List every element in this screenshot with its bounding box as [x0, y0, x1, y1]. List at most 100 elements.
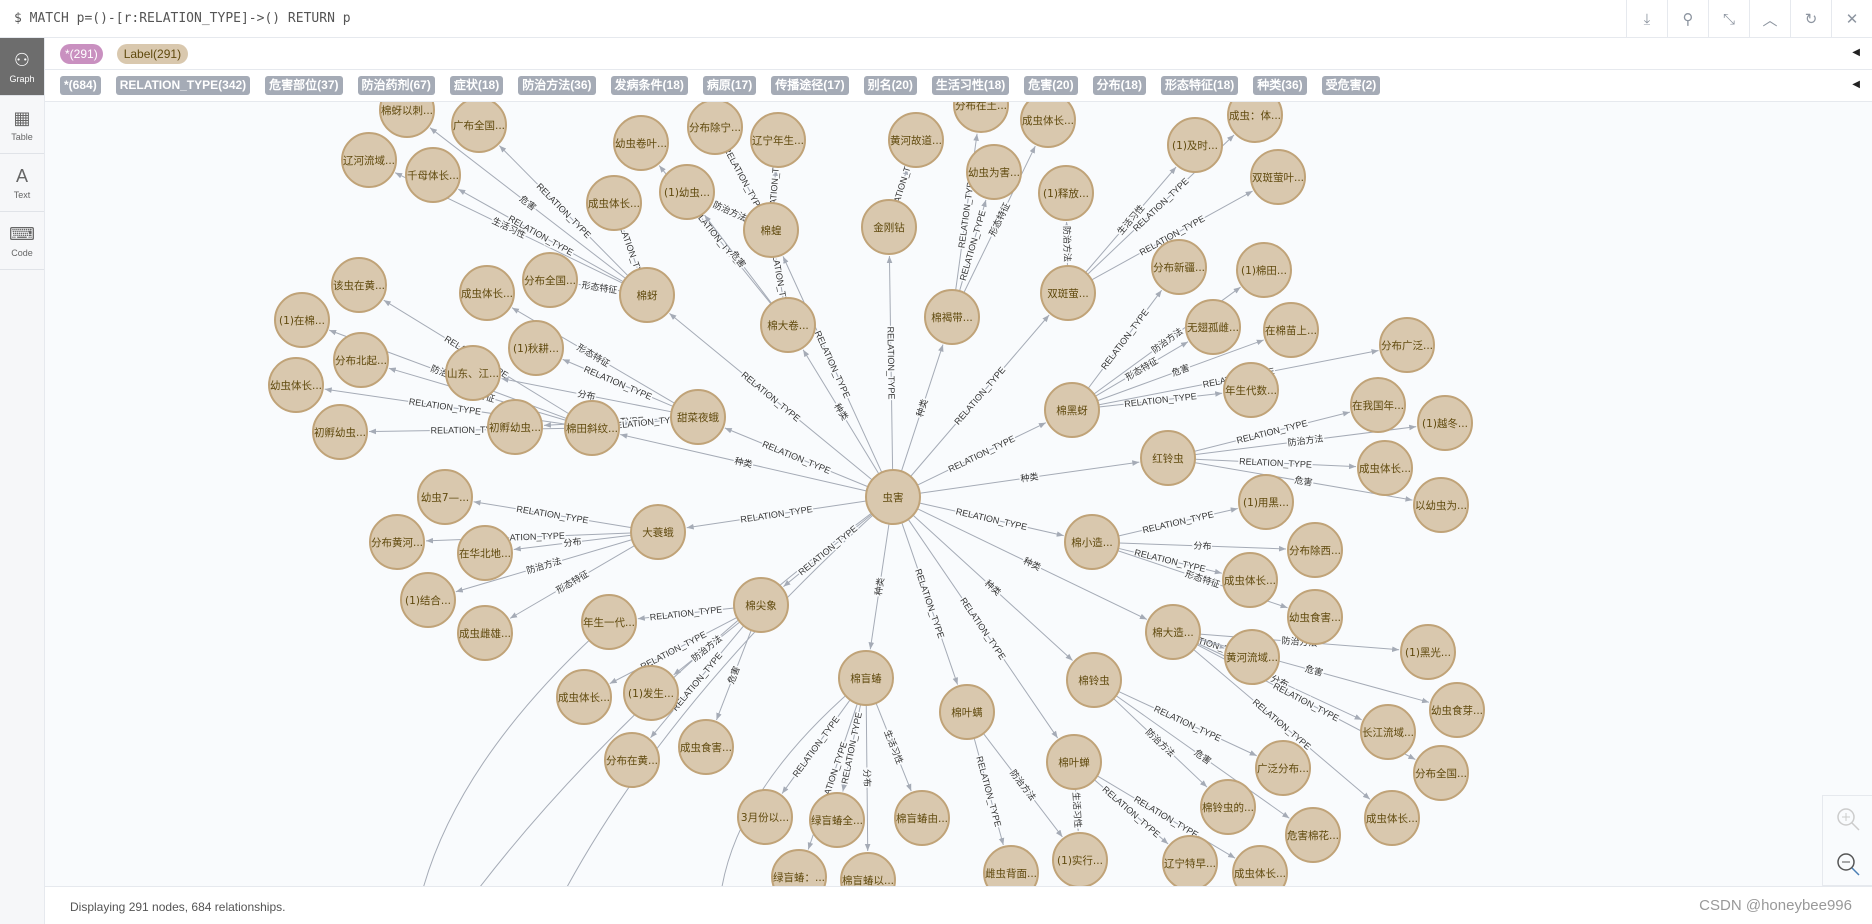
graph-node[interactable]: 成虫体长... [1020, 102, 1076, 148]
graph-node[interactable]: 辽宁特早... [1162, 835, 1218, 886]
graph-node[interactable]: 无翅孤雌... [1185, 299, 1241, 355]
graph-node[interactable]: 成虫：体... [1227, 102, 1283, 143]
relationship-edge[interactable] [420, 621, 610, 886]
graph-node[interactable]: 初孵幼虫... [487, 399, 543, 455]
graph-node[interactable]: 绿盲蝽：... [771, 849, 827, 886]
relationship-type-pill[interactable]: 形态特征(18) [1160, 76, 1239, 95]
graph-node[interactable]: 棉蚜 [619, 267, 675, 323]
node-circle[interactable] [1227, 102, 1283, 143]
relationship-type-pill[interactable]: 危害(20) [1024, 76, 1078, 95]
graph-node[interactable]: 棉大卷... [760, 297, 816, 353]
collapse-labels-icon[interactable]: ◀ [1852, 47, 1860, 58]
relationship[interactable]: 种类 [900, 344, 944, 472]
zoom-in-button[interactable] [1823, 796, 1872, 841]
label-pill[interactable]: Label(291) [116, 43, 189, 64]
relationship[interactable]: 种类 [802, 349, 880, 475]
graph-node[interactable]: 分布除宁... [687, 102, 743, 155]
relationship-type-pill[interactable]: 受危害(2) [1321, 76, 1381, 95]
graph-node[interactable]: 该虫在黄... [331, 257, 387, 313]
graph-node[interactable]: 虫害 [865, 469, 921, 525]
relationship[interactable]: RELATION_TYPE [919, 502, 1064, 537]
graph-node[interactable]: 幼虫卷叶... [613, 115, 669, 171]
relationship[interactable]: 种类 [868, 523, 890, 650]
graph-node[interactable]: 危害棉花... [1285, 807, 1341, 863]
graph-node[interactable]: (1)秋耕... [508, 320, 564, 376]
graph-node[interactable]: 棉大造... [1145, 604, 1201, 660]
graph-node[interactable]: 分布北起... [333, 332, 389, 388]
relationship[interactable]: 生活习性 [1069, 788, 1086, 832]
graph-node[interactable]: 双斑萤... [1040, 265, 1096, 321]
collapse-relationships-icon[interactable]: ◀ [1852, 79, 1860, 90]
graph-node[interactable]: 幼虫食害... [1287, 589, 1343, 645]
relationship[interactable]: RELATION_TYPE [782, 256, 883, 473]
relationship-type-pill[interactable]: *(684) [60, 76, 101, 95]
label-pill[interactable]: *(291) [60, 43, 103, 64]
graph-node[interactable]: 初孵幼虫... [312, 404, 368, 460]
graph-node[interactable]: 棉盲蝽由... [894, 790, 950, 846]
relationship-type-pill[interactable]: 病原(17) [702, 76, 757, 95]
graph-node[interactable]: 棉叶螨 [939, 684, 995, 740]
graph-node[interactable]: (1)棉田... [1236, 242, 1292, 298]
graph-node[interactable]: 黄河故道... [888, 112, 944, 168]
graph-node[interactable]: 棉铃虫 [1066, 652, 1122, 708]
relationship-type-pill[interactable]: 生活习性(18) [931, 76, 1010, 95]
graph-node[interactable]: 棉尖象 [733, 577, 789, 633]
graph-node[interactable]: 年生代数... [1223, 362, 1279, 418]
relationship-type-pill[interactable]: RELATION_TYPE(342) [115, 76, 251, 95]
relationship[interactable]: 分布 [860, 704, 875, 852]
collapse-button[interactable]: ⤡ [1708, 0, 1749, 38]
node-circle[interactable] [1232, 845, 1288, 886]
relationship[interactable]: RELATION_TYPE [1194, 455, 1357, 471]
relationship[interactable]: RELATION_TYPE [562, 358, 674, 407]
relationship[interactable]: RELATION_TYPE [686, 500, 867, 530]
graph-node[interactable]: 幼虫为害... [966, 144, 1022, 200]
graph-node[interactable]: 幼虫体长... [268, 357, 324, 413]
tab-text[interactable]: A Text [0, 154, 44, 212]
graph-node[interactable]: 棉盲蝽 [838, 650, 894, 706]
graph-node[interactable]: 双斑萤叶... [1250, 149, 1306, 205]
graph-node[interactable]: 成虫体长... [556, 669, 612, 725]
graph-node[interactable]: 分布广泛... [1379, 317, 1435, 373]
pin-button[interactable]: ⚲ [1667, 0, 1708, 38]
graph-node[interactable]: 金刚钻 [861, 199, 917, 255]
close-button[interactable]: ✕ [1831, 0, 1872, 38]
graph-node[interactable]: 在华北地... [457, 525, 513, 581]
graph-node[interactable]: 成虫体长... [586, 175, 642, 231]
graph-node[interactable]: 分布全国... [522, 252, 578, 308]
graph-node[interactable]: (1)及时... [1167, 117, 1223, 173]
refresh-button[interactable]: ↻ [1790, 0, 1831, 38]
relationship[interactable]: RELATION_TYPE [425, 529, 632, 545]
relationship[interactable]: 形态特征 [578, 277, 621, 297]
relationship[interactable]: RELATION_TYPE [901, 522, 959, 685]
relationship[interactable]: RELATION_TYPE [473, 500, 632, 529]
graph-node[interactable]: (1)幼虫... [659, 164, 715, 220]
graph-node[interactable]: 棉黑蚜 [1044, 382, 1100, 438]
graph-node[interactable]: 分布黄河... [369, 514, 425, 570]
relationship[interactable]: 危害 [716, 629, 752, 721]
graph-node[interactable]: 棉褐带... [924, 289, 980, 345]
graph-node[interactable]: 在棉苗上... [1263, 302, 1319, 358]
graph-node[interactable]: 棉蝗 [743, 202, 799, 258]
graph-node[interactable]: 甜菜夜蛾 [670, 389, 726, 445]
relationship-type-pill[interactable]: 防治药剂(67) [357, 76, 435, 95]
graph-node[interactable]: (1)越冬... [1417, 395, 1473, 451]
graph-node[interactable]: 黄河流域... [1224, 629, 1280, 685]
relationship[interactable]: 防治方法 [1060, 221, 1075, 267]
graph-node[interactable]: 幼虫7—... [417, 469, 473, 525]
relationship[interactable]: 生活习性 [875, 702, 912, 792]
relationship[interactable]: RELATION_TYPE [1118, 546, 1222, 576]
graph-node[interactable]: (1)发生... [623, 665, 679, 721]
graph-node[interactable]: 分布新疆... [1151, 239, 1207, 295]
relationship-type-pill[interactable]: 分布(18) [1092, 76, 1146, 95]
graph-node[interactable]: 广泛分布... [1255, 740, 1311, 796]
tab-graph[interactable]: ⚇ Graph [0, 38, 44, 96]
graph-node[interactable]: 棉叶蝉 [1046, 734, 1102, 790]
graph-node[interactable]: 千母体长... [405, 147, 461, 203]
graph-canvas[interactable]: RELATION_TYPE RELATION_TYPE RELATION_TYPE 种… [45, 102, 1872, 886]
relationship[interactable]: 种类 [620, 433, 867, 492]
relationship-type-pill[interactable]: 别名(20) [863, 76, 917, 95]
graph-node[interactable]: (1)在棉... [274, 292, 330, 348]
graph-svg[interactable]: RELATION_TYPE RELATION_TYPE RELATION_TYPE种… [45, 102, 1872, 886]
relationship-type-pill[interactable]: 防治方法(36) [518, 76, 596, 95]
graph-node[interactable]: 在我国年... [1350, 377, 1406, 433]
